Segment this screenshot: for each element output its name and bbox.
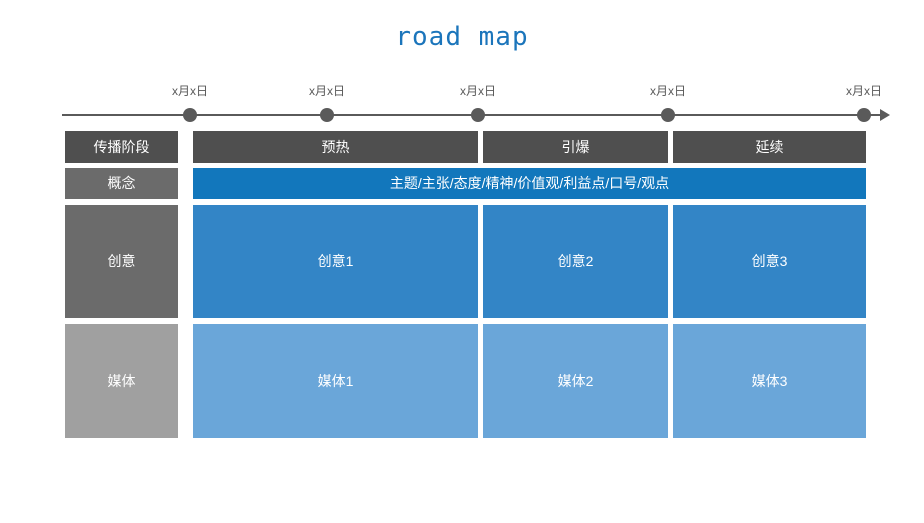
- idea-cell-3[interactable]: 创意3: [673, 205, 866, 318]
- timeline-label-4: x月x日: [649, 84, 686, 98]
- timeline-node-5[interactable]: x月x日: [804, 84, 924, 122]
- row-label-media: 媒体: [65, 324, 178, 438]
- timeline-dot-3[interactable]: [471, 108, 485, 122]
- timeline-label-2: x月x日: [308, 84, 345, 98]
- timeline-node-3[interactable]: x月x日: [418, 84, 538, 122]
- timeline-label-5: x月x日: [845, 84, 882, 98]
- stage-cell-3[interactable]: 延续: [673, 131, 866, 163]
- timeline-label-1: x月x日: [171, 84, 208, 98]
- page-title: road map: [395, 22, 529, 52]
- media-cell-3[interactable]: 媒体3: [673, 324, 866, 438]
- timeline-node-2[interactable]: x月x日: [267, 84, 387, 122]
- timeline: x月x日 x月x日 x月x日 x月x日 x月x日: [0, 84, 924, 124]
- timeline-node-4[interactable]: x月x日: [608, 84, 728, 122]
- row-label-stage: 传播阶段: [65, 131, 178, 163]
- row-label-idea: 创意: [65, 205, 178, 318]
- timeline-arrow-icon: [880, 109, 890, 121]
- timeline-dot-1[interactable]: [183, 108, 197, 122]
- timeline-dot-5[interactable]: [857, 108, 871, 122]
- timeline-dot-2[interactable]: [320, 108, 334, 122]
- idea-cell-2[interactable]: 创意2: [483, 205, 668, 318]
- idea-cell-1[interactable]: 创意1: [193, 205, 478, 318]
- timeline-label-3: x月x日: [459, 84, 496, 98]
- timeline-dot-4[interactable]: [661, 108, 675, 122]
- timeline-node-1[interactable]: x月x日: [130, 84, 250, 122]
- stage-cell-1[interactable]: 预热: [193, 131, 478, 163]
- media-cell-2[interactable]: 媒体2: [483, 324, 668, 438]
- media-cell-1[interactable]: 媒体1: [193, 324, 478, 438]
- stage-cell-2[interactable]: 引爆: [483, 131, 668, 163]
- row-label-concept: 概念: [65, 168, 178, 199]
- concept-bar[interactable]: 主题/主张/态度/精神/价值观/利益点/口号/观点: [193, 168, 866, 199]
